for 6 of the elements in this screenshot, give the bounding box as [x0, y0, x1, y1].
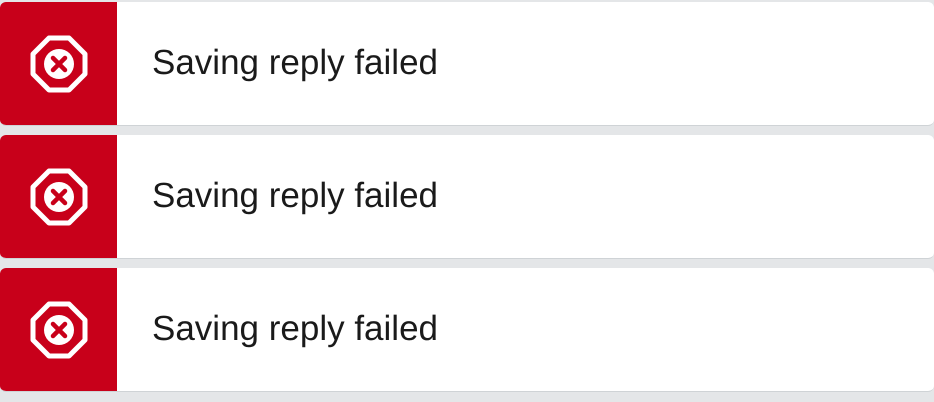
toast-message: Saving reply failed: [152, 308, 438, 350]
toast-message: Saving reply failed: [152, 175, 438, 218]
error-icon: [30, 300, 88, 358]
error-icon: [30, 168, 88, 226]
error-icon: [30, 34, 88, 92]
toast-message: Saving reply failed: [152, 42, 438, 84]
